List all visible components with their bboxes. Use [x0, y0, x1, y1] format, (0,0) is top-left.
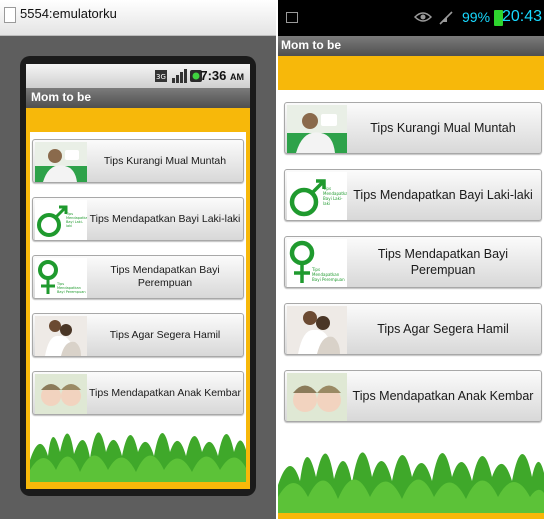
menu-button-hamil[interactable]: Tips Agar Segera Hamil — [32, 313, 244, 357]
menu-button-label: Tips Mendapatkan Bayi Laki-laki — [353, 188, 533, 202]
left-phone-screen: 3G 7:36 AM Mom to be Tips Kurangi Mual M… — [26, 64, 250, 489]
menu-button-kembar[interactable]: Tips Mendapatkan Anak Kembar — [284, 370, 542, 422]
app-title-bar: Mom to be — [278, 36, 544, 56]
app-title: Mom to be — [31, 90, 91, 104]
menu-button-perempuan[interactable]: Tips Mendapatkan Bayi Perempuan Tips Men… — [284, 236, 542, 288]
menu-panel: Tips Kurangi Mual Muntah Tips Mendapatka… — [278, 90, 544, 513]
thumbnail-pregnant — [35, 316, 87, 356]
app-content: Tips Kurangi Mual Muntah Tips Mendapatka… — [278, 56, 544, 519]
menu-panel: Tips Kurangi Mual Muntah Tips Mendapatka… — [30, 132, 246, 482]
menu-button-label: Tips Mendapatkan Bayi Laki-laki — [89, 212, 241, 225]
menu-button-label: Tips Mendapatkan Anak Kembar — [352, 389, 534, 403]
menu-button-laki-laki[interactable]: Tips Mendapatkan Bayi Laki-laki Tips Men… — [32, 197, 244, 241]
female-symbol-logo: Tips Mendapatkan Bayi Perempuan — [287, 239, 347, 287]
svg-text:3G: 3G — [156, 73, 166, 81]
female-symbol-logo: Tips Mendapatkan Bayi Perempuan — [35, 258, 87, 298]
male-symbol-logo: Tips Mendapatkan Bayi Laki-laki — [35, 200, 87, 240]
menu-button-label: Tips Agar Segera Hamil — [109, 328, 221, 341]
thumbnail-twins — [35, 374, 87, 414]
emulator-window: 5554:emulatorku 3G 7:36 AM Mom to be Tip… — [0, 0, 276, 519]
menu-button-hamil[interactable]: Tips Agar Segera Hamil — [284, 303, 542, 355]
menu-button-kembar[interactable]: Tips Mendapatkan Anak Kembar — [32, 371, 244, 415]
app-title-bar: Mom to be — [26, 88, 250, 108]
menu-button-mual[interactable]: Tips Kurangi Mual Muntah — [284, 102, 542, 154]
status-time: 20:43 — [501, 8, 542, 25]
menu-button-label: Tips Kurangi Mual Muntah — [103, 154, 227, 167]
emulator-title-bar[interactable]: 5554:emulatorku — [0, 0, 276, 36]
menu-button-label: Tips Mendapatkan Anak Kembar — [89, 386, 241, 399]
menu-button-perempuan[interactable]: Tips Mendapatkan Bayi Perempuan Tips Men… — [32, 255, 244, 299]
status-time: 7:36 AM — [200, 68, 244, 83]
emulator-title: 5554:emulatorku — [20, 6, 117, 21]
menu-button-laki-laki[interactable]: Tips Mendapatkan Bayi Laki-laki Tips Men… — [284, 169, 542, 221]
male-symbol-logo: Tips Mendapatkan Bayi Laki-laki — [287, 172, 347, 220]
thumbnail-twins — [287, 373, 347, 421]
thumbnail-nausea — [287, 105, 347, 153]
picture-icon — [286, 12, 298, 23]
menu-button-mual[interactable]: Tips Kurangi Mual Muntah — [32, 139, 244, 183]
mute-icon — [439, 11, 453, 25]
menu-button-label: Tips Kurangi Mual Muntah — [370, 121, 516, 135]
status-bar: 3G 7:36 AM — [26, 64, 250, 88]
device-frame: 3G 7:36 AM Mom to be Tips Kurangi Mual M… — [20, 56, 256, 496]
app-content: Tips Kurangi Mual Muntah Tips Mendapatka… — [26, 108, 250, 489]
menu-button-label: Tips Mendapatkan Bayi Perempuan — [110, 264, 220, 289]
sd-card-icon: 3G — [155, 70, 167, 82]
right-phone-screen: 99% 20:43 Mom to be Tips Kurangi Mual Mu… — [278, 0, 544, 519]
menu-button-label: Tips Agar Segera Hamil — [377, 322, 509, 336]
menu-button-label: Tips Mendapatkan Bayi Perempuan — [377, 247, 509, 277]
window-icon — [4, 7, 16, 23]
battery-percent: 99% — [462, 9, 491, 25]
thumbnail-pregnant — [287, 306, 347, 354]
eye-icon — [414, 12, 432, 22]
app-title: Mom to be — [281, 38, 341, 52]
signal-icon — [172, 69, 187, 83]
thumbnail-nausea — [35, 142, 87, 182]
status-bar: 99% 20:43 — [278, 0, 544, 36]
emulator-body: 3G 7:36 AM Mom to be Tips Kurangi Mual M… — [0, 36, 276, 519]
